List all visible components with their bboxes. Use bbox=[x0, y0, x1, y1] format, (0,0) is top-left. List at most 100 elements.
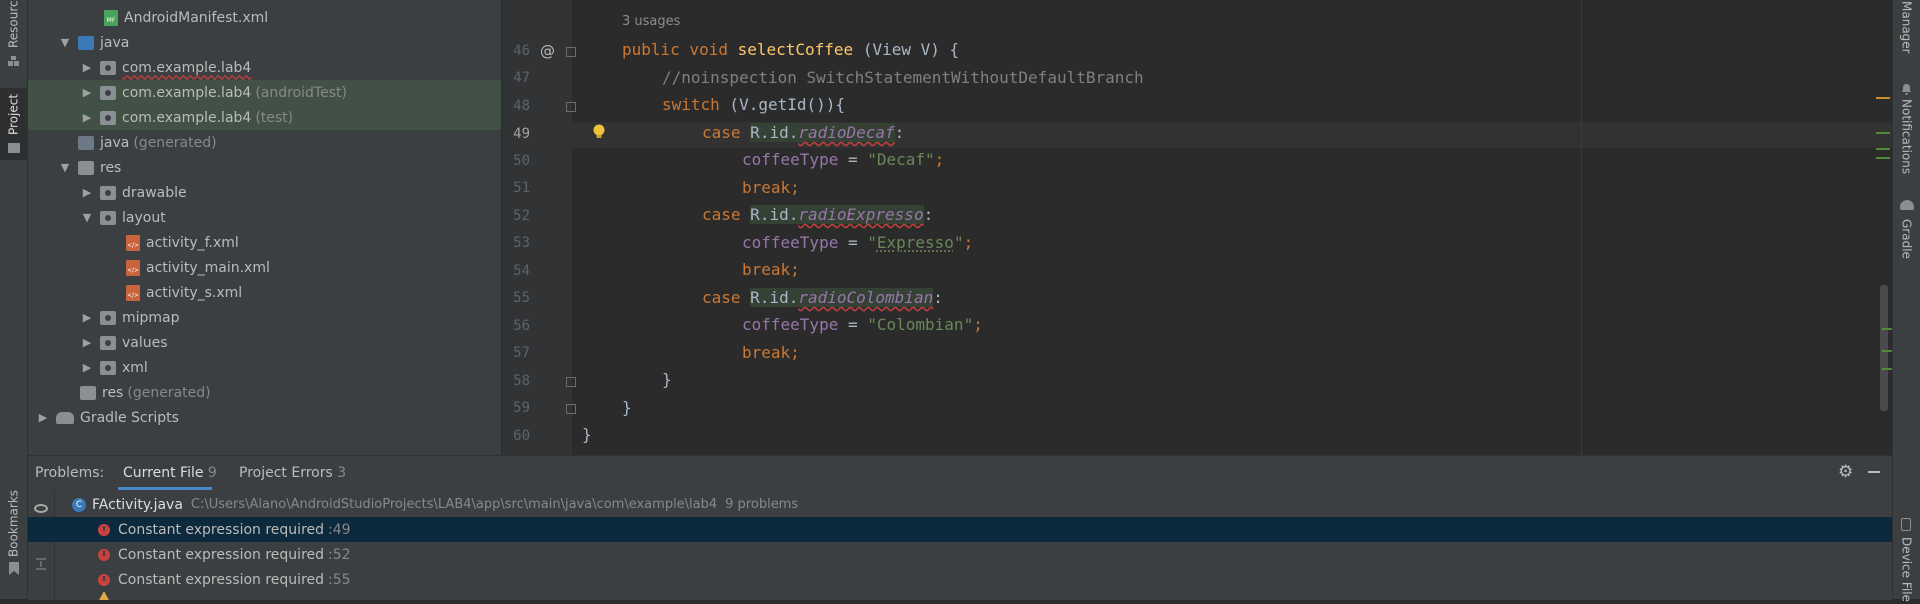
tree-item-gradle-scripts[interactable]: ▶ Gradle Scripts bbox=[28, 405, 501, 430]
fold-icon[interactable] bbox=[566, 47, 576, 57]
editor-scrollbar-thumb[interactable] bbox=[1880, 285, 1888, 411]
project-tree-panel: MF AndroidManifest.xml ▼ java ▶ com.exam… bbox=[28, 0, 501, 455]
tab-current-file[interactable]: Current File 9 bbox=[123, 465, 217, 481]
folder-icon bbox=[100, 335, 116, 350]
tree-item-label: AndroidManifest.xml bbox=[124, 9, 269, 26]
code-line-47[interactable]: //noinspection SwitchStatementWithoutDef… bbox=[662, 68, 1144, 94]
tree-item-activity-main[interactable]: </> activity_main.xml bbox=[28, 255, 501, 280]
problem-row[interactable]: Constant expression required :55 bbox=[28, 567, 1920, 592]
gradle-icon[interactable] bbox=[1900, 200, 1914, 210]
device-file-explorer-tab[interactable]: Device File bbox=[1893, 534, 1920, 604]
tree-item-activity-s[interactable]: </> activity_s.xml bbox=[28, 280, 501, 305]
chevron-right-icon[interactable]: ▶ bbox=[80, 311, 94, 325]
resource-folder-icon bbox=[80, 385, 96, 400]
code-line-50[interactable]: coffeeType = "Decaf"; bbox=[742, 150, 944, 176]
project-tab[interactable]: Project bbox=[0, 88, 27, 160]
fold-icon[interactable] bbox=[566, 377, 576, 387]
chevron-right-icon[interactable]: ▶ bbox=[80, 86, 94, 100]
code-line-51[interactable]: break; bbox=[742, 178, 800, 204]
tree-item-label: values bbox=[122, 334, 168, 351]
code-line-60[interactable]: } bbox=[582, 425, 592, 451]
package-icon bbox=[100, 60, 116, 75]
chevron-right-icon[interactable]: ▶ bbox=[36, 411, 50, 425]
tree-item-drawable[interactable]: ▶ drawable bbox=[28, 180, 501, 205]
change-stripe[interactable] bbox=[1882, 328, 1892, 330]
fold-icon[interactable] bbox=[566, 404, 576, 414]
code-line-54[interactable]: break; bbox=[742, 260, 800, 286]
code-line-58[interactable]: } bbox=[662, 370, 672, 396]
chevron-right-icon[interactable]: ▶ bbox=[80, 61, 94, 75]
tree-item-mipmap[interactable]: ▶ mipmap bbox=[28, 305, 501, 330]
bell-icon[interactable] bbox=[1901, 80, 1912, 96]
code-line-53[interactable]: coffeeType = "Expresso"; bbox=[742, 233, 973, 259]
chevron-right-icon[interactable]: ▶ bbox=[80, 186, 94, 200]
code-line-59[interactable]: } bbox=[622, 398, 632, 424]
change-stripe[interactable] bbox=[1882, 368, 1892, 370]
problem-line: :52 bbox=[328, 546, 351, 563]
code-line-56[interactable]: coffeeType = "Colombian"; bbox=[742, 315, 983, 341]
tree-item-label: com.example.lab4 bbox=[122, 84, 252, 101]
line-number: 59 bbox=[513, 400, 530, 416]
chevron-down-icon[interactable]: ▼ bbox=[58, 161, 72, 175]
tree-item-res-generated[interactable]: res (generated) bbox=[28, 380, 501, 405]
tree-item-android-manifest[interactable]: MF AndroidManifest.xml bbox=[28, 5, 501, 30]
problem-row[interactable]: Constant expression required :49 bbox=[28, 517, 1920, 542]
problems-file-row[interactable]: C FActivity.java C:\Users\Alano\AndroidS… bbox=[28, 492, 1920, 517]
lightbulb-icon[interactable] bbox=[593, 124, 605, 138]
line-number: 48 bbox=[513, 98, 530, 114]
tree-item-layout[interactable]: ▼ layout bbox=[28, 205, 501, 230]
tree-item-label: java bbox=[100, 134, 130, 151]
code-line-46[interactable]: public void selectCoffee (View V) { bbox=[622, 40, 959, 66]
tree-item-package-test[interactable]: ▶ com.example.lab4 (test) bbox=[28, 105, 501, 130]
problem-row[interactable]: Constant expression required :52 bbox=[28, 542, 1920, 567]
tree-item-label: com.example.lab4 bbox=[122, 109, 252, 126]
change-stripe[interactable] bbox=[1876, 132, 1890, 134]
tree-item-values[interactable]: ▶ values bbox=[28, 330, 501, 355]
class-icon: C bbox=[72, 497, 86, 512]
tree-item-label: java bbox=[100, 34, 130, 51]
gradle-tab[interactable]: Gradle bbox=[1893, 214, 1920, 264]
notifications-tab[interactable]: Notifications bbox=[1893, 96, 1920, 178]
chevron-right-icon[interactable]: ▶ bbox=[80, 361, 94, 375]
problems-label: Problems: bbox=[35, 465, 105, 481]
tree-item-res[interactable]: ▼ res bbox=[28, 155, 501, 180]
change-stripe[interactable] bbox=[1876, 148, 1890, 150]
code-line-52[interactable]: case R.id.radioExpresso: bbox=[702, 205, 933, 231]
line-number: 54 bbox=[513, 263, 530, 279]
tree-item-activity-f[interactable]: </> activity_f.xml bbox=[28, 230, 501, 255]
change-stripe[interactable] bbox=[1882, 350, 1892, 352]
override-marker-icon[interactable]: @ bbox=[540, 42, 555, 60]
usages-hint[interactable]: 3 usages bbox=[622, 14, 680, 29]
bookmarks-tab[interactable]: Bookmarks bbox=[0, 488, 27, 558]
line-number: 57 bbox=[513, 345, 530, 361]
device-manager-tab[interactable]: Manager bbox=[1893, 0, 1920, 54]
tree-item-java[interactable]: ▼ java bbox=[28, 30, 501, 55]
code-line-55[interactable]: case R.id.radioColombian: bbox=[702, 288, 943, 314]
chevron-down-icon[interactable]: ▼ bbox=[80, 211, 94, 225]
tree-item-xml[interactable]: ▶ xml bbox=[28, 355, 501, 380]
code-line-57[interactable]: break; bbox=[742, 343, 800, 369]
gear-icon[interactable]: ⚙ bbox=[1838, 462, 1853, 482]
tab-project-errors[interactable]: Project Errors 3 bbox=[239, 465, 346, 481]
code-line-48[interactable]: switch (V.getId()){ bbox=[662, 95, 845, 121]
right-tool-strip: Manager Notifications Gradle Device File bbox=[1892, 0, 1920, 601]
tree-item-package-main[interactable]: ▶ com.example.lab4 bbox=[28, 55, 501, 80]
problems-file-name: FActivity.java bbox=[92, 496, 183, 513]
resource-manager-tab[interactable]: Resourc bbox=[0, 0, 27, 48]
chevron-right-icon[interactable]: ▶ bbox=[80, 111, 94, 125]
device-file-icon[interactable] bbox=[1901, 518, 1911, 531]
generated-folder-icon bbox=[78, 135, 94, 150]
code-editor[interactable]: 3 usages 46 47 48 49 50 51 52 53 54 55 5… bbox=[502, 0, 1892, 455]
tree-item-package-androidtest[interactable]: ▶ com.example.lab4 (androidTest) bbox=[28, 80, 501, 105]
tree-item-java-generated[interactable]: java (generated) bbox=[28, 130, 501, 155]
warning-stripe[interactable] bbox=[1876, 97, 1890, 99]
change-stripe[interactable] bbox=[1876, 157, 1890, 159]
chevron-down-icon[interactable]: ▼ bbox=[58, 36, 72, 50]
resource-manager-icon[interactable] bbox=[8, 52, 19, 66]
tree-item-label: activity_s.xml bbox=[146, 284, 243, 301]
fold-icon[interactable] bbox=[566, 102, 576, 112]
bookmark-icon[interactable] bbox=[9, 560, 19, 575]
code-line-49[interactable]: case R.id.radioDecaf: bbox=[702, 123, 904, 149]
minimize-icon[interactable] bbox=[1868, 471, 1880, 473]
chevron-right-icon[interactable]: ▶ bbox=[80, 336, 94, 350]
